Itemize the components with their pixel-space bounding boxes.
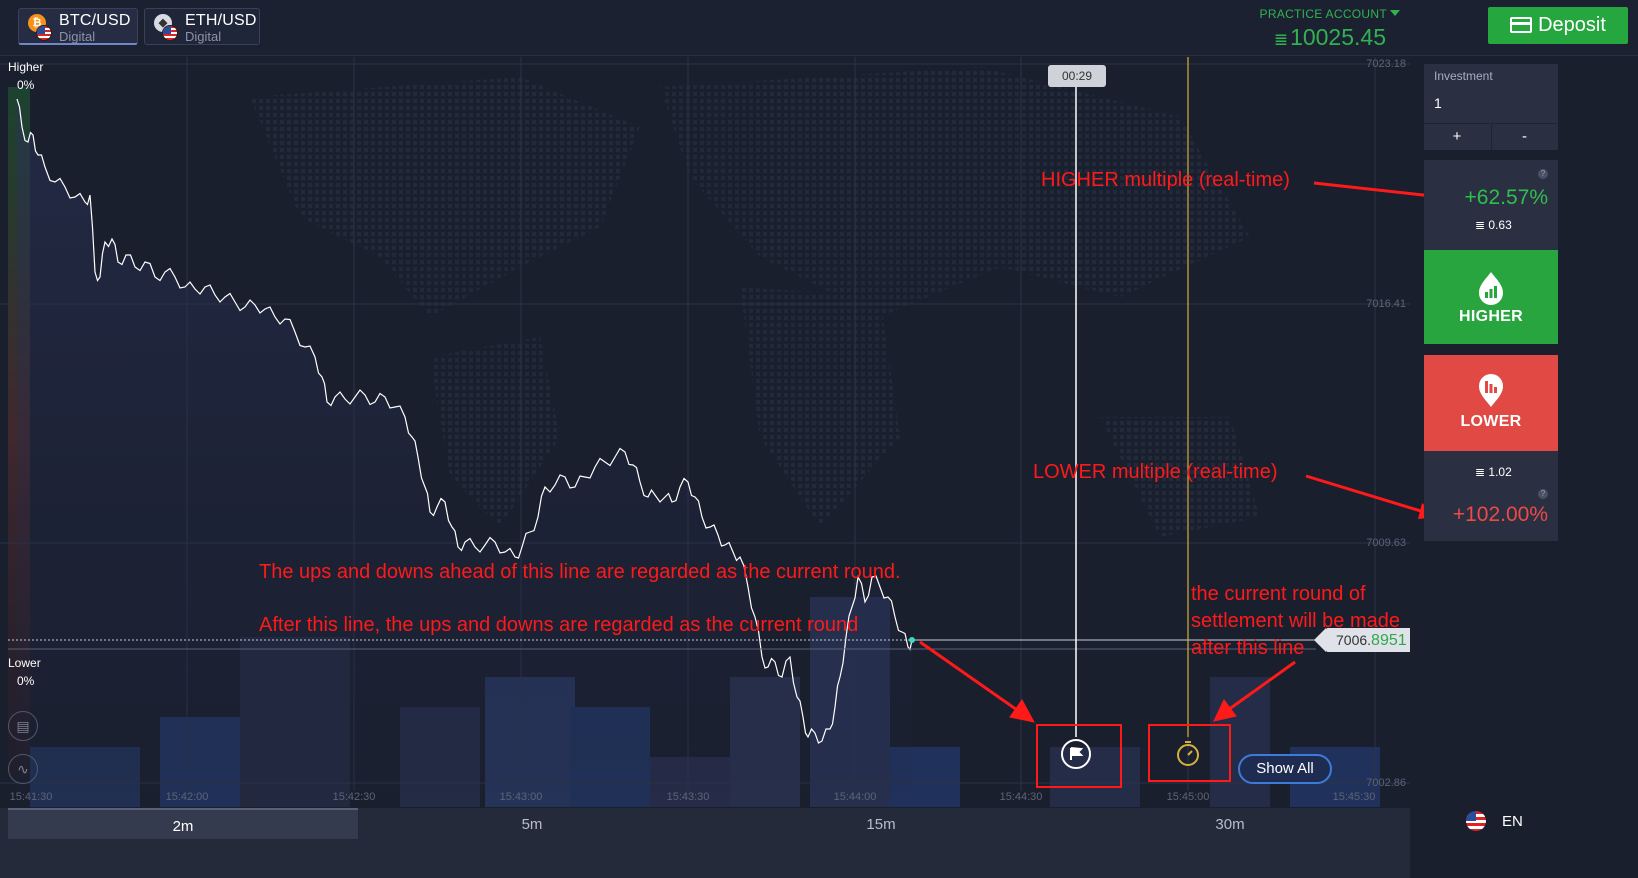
price-suffix: 8951 (1371, 632, 1407, 649)
lower-multiple-box: ≣ 1.02 ? +102.00% (1424, 451, 1558, 541)
coin-icon: ≣ (1475, 465, 1489, 479)
chart-type-icon[interactable]: ∿ (8, 754, 38, 784)
higher-multiple-percent: +62.57% (1464, 186, 1549, 209)
lower-percent: 0% (17, 674, 35, 688)
coin-icon: ≣ (1475, 218, 1489, 232)
annotation-higher-multiple: HIGHER multiple (real-time) (1041, 169, 1290, 191)
asset-tab-btc-usd[interactable]: ₿ BTC/USD Digital (18, 8, 138, 45)
time-tick: 15:45:00 (1166, 791, 1210, 803)
deposit-button[interactable]: Deposit (1488, 7, 1628, 44)
time-tick: 15:43:30 (666, 791, 710, 803)
coin-stack-icon: ≣ (1273, 30, 1289, 49)
higher-label: Higher (8, 60, 44, 74)
account-mode-selector[interactable]: PRACTICE ACCOUNT (1260, 7, 1400, 21)
round-start-highlight (1036, 724, 1122, 788)
language-label: EN (1502, 813, 1523, 830)
duration-tab-2m[interactable]: 2m (8, 808, 358, 839)
duration-bar: 2m 5m 15m 30m (0, 808, 1410, 878)
asset-type: Digital (185, 29, 222, 44)
annotation-settlement-2: settlement will be made (1191, 610, 1400, 632)
lower-payout-value: 1.02 (1488, 465, 1512, 479)
settlement-highlight (1148, 724, 1231, 782)
asset-pair: BTC/USD (59, 12, 131, 29)
time-tick: 15:42:00 (165, 791, 209, 803)
trend-down-icon (1479, 374, 1503, 407)
asset-pair: ETH/USD (185, 12, 257, 29)
account-balance: ≣10025.45 (1274, 24, 1386, 51)
annotation-settlement-3: after this line (1191, 637, 1305, 659)
lower-payout: ≣ 1.02 (1475, 465, 1512, 479)
investment-minus-button[interactable]: - (1491, 123, 1557, 150)
asset-type: Digital (59, 29, 96, 44)
time-tick: 15:42:30 (332, 791, 376, 803)
investment-plus-button[interactable]: + (1424, 123, 1490, 150)
clipboard-icon[interactable]: ▤ (8, 711, 38, 741)
asset-tab-eth-usd[interactable]: ◆ ETH/USD Digital (144, 8, 260, 45)
time-tick: 15:43:00 (499, 791, 543, 803)
time-tick: 15:44:00 (833, 791, 877, 803)
price-tick: 7002.86 (1366, 777, 1406, 789)
lower-multiple-percent: +102.00% (1452, 503, 1548, 526)
annotation-round-ahead: The ups and downs ahead of this line are… (259, 561, 901, 583)
duration-tab-5m[interactable]: 5m (357, 808, 707, 839)
show-all-button[interactable]: Show All (1238, 754, 1332, 784)
annotation-settlement-1: the current round of (1191, 583, 1366, 605)
us-flag-icon (162, 25, 178, 41)
us-flag-icon (36, 25, 52, 41)
higher-percent: 0% (17, 78, 35, 92)
us-flag-icon (1466, 811, 1486, 831)
investment-label: Investment (1434, 69, 1493, 83)
account-mode-label: PRACTICE ACCOUNT (1259, 7, 1387, 21)
top-bar: ₿ BTC/USD Digital ◆ ETH/USD Digital PRAC… (0, 0, 1638, 56)
deposit-label: Deposit (1538, 14, 1606, 36)
current-price-marker (909, 637, 915, 643)
language-selector[interactable]: EN (1466, 808, 1638, 839)
time-tick: 15:44:30 (999, 791, 1043, 803)
lower-label: Lower (8, 656, 41, 670)
card-icon (1510, 17, 1533, 33)
countdown-timer: 00:29 (1048, 65, 1106, 87)
higher-payout-value: 0.63 (1488, 218, 1512, 232)
time-tick: 15:45:30 (1332, 791, 1376, 803)
lower-button-label: LOWER (1460, 413, 1522, 430)
help-icon[interactable]: ? (1538, 489, 1548, 499)
investment-input[interactable]: 1 (1434, 95, 1442, 111)
annotation-round-after: After this line, the ups and downs are r… (259, 614, 859, 636)
annotation-lower-multiple: LOWER multiple (real-time) (1033, 461, 1278, 483)
help-icon[interactable]: ? (1538, 169, 1548, 179)
higher-button-label: HIGHER (1458, 308, 1524, 325)
price-tick: 7009.63 (1366, 537, 1406, 549)
lower-button[interactable]: LOWER (1424, 355, 1558, 451)
higher-button[interactable]: HIGHER (1424, 250, 1558, 344)
price-tick: 7023.18 (1366, 58, 1406, 70)
time-tick: 15:41:30 (9, 791, 53, 803)
trend-up-icon (1479, 272, 1503, 305)
price-prefix: 7006. (1336, 632, 1372, 648)
higher-payout: ≣ 0.63 (1475, 218, 1512, 232)
higher-multiple-box: ? +62.57% ≣ 0.63 (1424, 160, 1558, 250)
investment-box: Investment 1 + - (1424, 64, 1558, 150)
balance-value: 10025.45 (1290, 24, 1386, 50)
caret-down-icon (1390, 10, 1400, 16)
duration-tab-15m[interactable]: 15m (706, 808, 1056, 839)
duration-tab-30m[interactable]: 30m (1055, 808, 1405, 839)
